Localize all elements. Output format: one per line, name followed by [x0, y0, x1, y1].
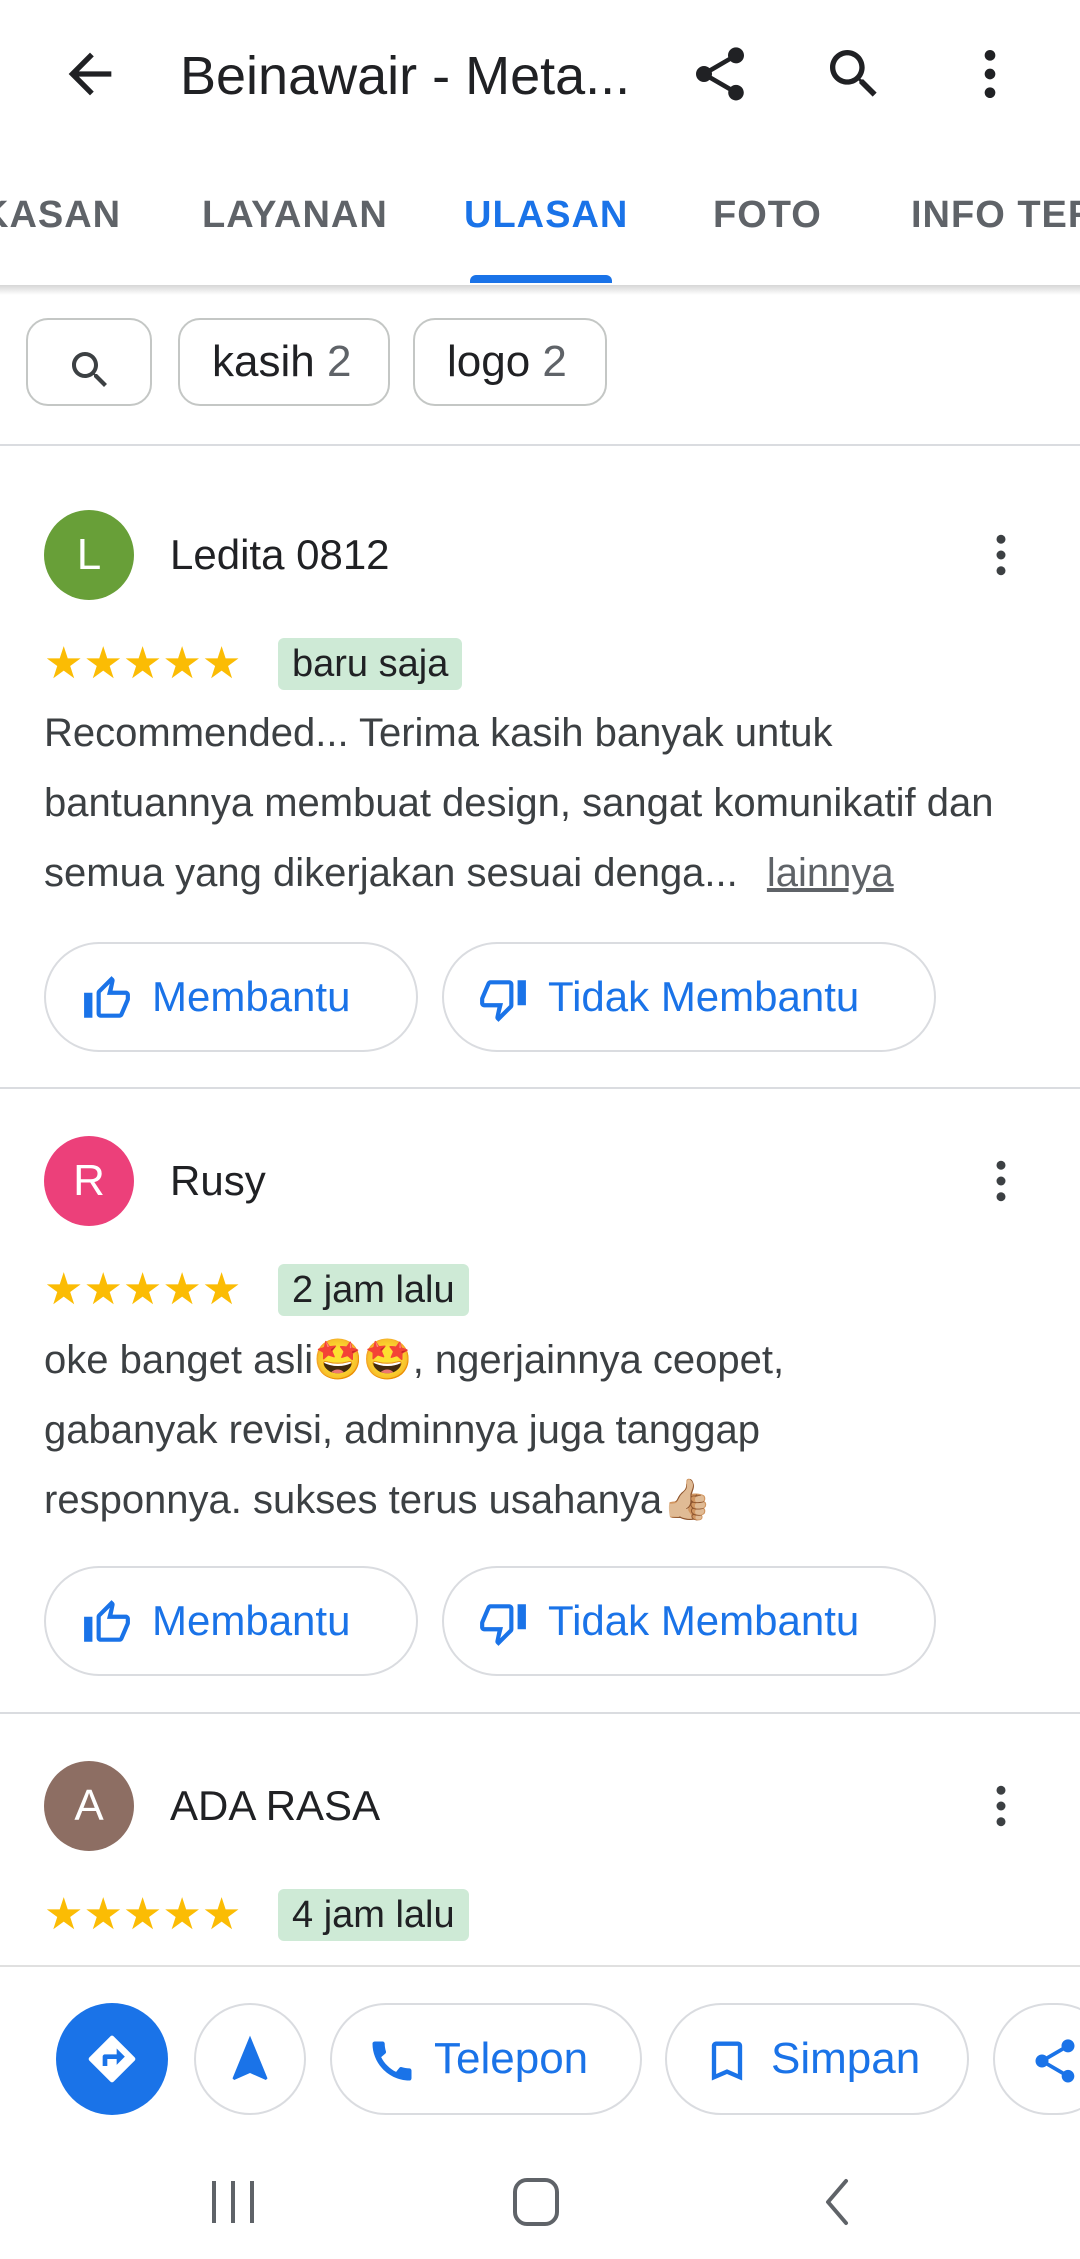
helpful-button[interactable]: Membantu — [44, 942, 418, 1052]
star-icon: ★ — [44, 1265, 84, 1314]
not-helpful-label: Tidak Membantu — [548, 973, 860, 1020]
star-icon: ★ — [83, 1265, 123, 1314]
tab-bar: RINGKASAN LAYANAN ULASAN FOTO INFO TERKA… — [0, 150, 1080, 285]
place-reviews-screen: Beinawair - Meta... RINGKASAN LAYANAN UL… — [0, 0, 1080, 2259]
not-helpful-button[interactable]: Tidak Membantu — [442, 1566, 936, 1676]
review-time-badge: 2 jam lalu — [278, 1264, 469, 1316]
system-nav-bar — [0, 2145, 1080, 2259]
navigation-arrow-icon — [232, 2035, 268, 2080]
helpful-label: Membantu — [152, 1597, 351, 1644]
avatar[interactable]: R — [44, 1136, 134, 1226]
search-reviews-chip[interactable] — [26, 318, 152, 406]
search-icon[interactable] — [822, 42, 886, 106]
star-icon: ★ — [201, 1265, 242, 1314]
thumb-down-icon — [480, 1604, 526, 1646]
review-text: oke banget asli🤩🤩, ngerjainnya ceopet, g… — [44, 1325, 944, 1535]
more-vert-icon[interactable] — [974, 1779, 1028, 1833]
call-button[interactable]: Telepon — [330, 2003, 642, 2115]
review-filter-chips: kasih 2 logo 2 — [0, 300, 1080, 446]
not-helpful-button[interactable]: Tidak Membantu — [442, 942, 936, 1052]
review-text: Recommended... Terima kasih banyak untuk… — [44, 698, 1044, 908]
more-vert-icon[interactable] — [958, 42, 1022, 106]
star-rating: ★★★★★ — [44, 1268, 241, 1312]
thumb-up-icon — [84, 976, 130, 1018]
chip-count: 2 — [326, 337, 352, 386]
active-tab-indicator — [470, 275, 612, 283]
star-icon: ★ — [162, 1890, 202, 1939]
avatar[interactable]: A — [44, 1761, 134, 1851]
arrow-back-icon[interactable] — [58, 42, 122, 106]
star-icon: ★ — [122, 1890, 163, 1939]
star-rating: ★★★★★ — [44, 1893, 241, 1937]
directions-button[interactable] — [56, 2003, 168, 2115]
page-title: Beinawair - Meta... — [180, 46, 631, 106]
tab-layanan[interactable]: LAYANAN — [202, 190, 388, 240]
chip-logo[interactable]: logo 2 — [413, 318, 607, 406]
reviewer-name[interactable]: ADA RASA — [170, 1776, 380, 1836]
chip-label: kasih — [212, 337, 315, 386]
helpful-button[interactable]: Membantu — [44, 1566, 418, 1676]
top-app-bar: Beinawair - Meta... — [0, 0, 1080, 150]
back-icon[interactable] — [808, 2175, 868, 2229]
star-icon: ★ — [122, 639, 163, 688]
star-icon: ★ — [83, 1890, 123, 1939]
reviewer-name[interactable]: Ledita 0812 — [170, 525, 390, 585]
recent-apps-icon[interactable] — [200, 2175, 266, 2229]
star-rating: ★★★★★ — [44, 642, 241, 686]
share-icon — [1035, 2039, 1075, 2083]
tab-bar-shadow — [0, 285, 1080, 295]
tab-info-terkait[interactable]: INFO TERKAIT — [911, 190, 1080, 240]
star-icon: ★ — [162, 1265, 202, 1314]
search-icon — [66, 338, 114, 387]
read-more-link[interactable]: lainnya — [767, 851, 894, 895]
avatar[interactable]: L — [44, 510, 134, 600]
not-helpful-label: Tidak Membantu — [548, 1597, 860, 1644]
save-label: Simpan — [771, 2034, 921, 2083]
more-vert-icon[interactable] — [974, 1154, 1028, 1208]
helpful-label: Membantu — [152, 973, 351, 1020]
thumb-up-icon — [84, 1600, 130, 1642]
share-icon[interactable] — [688, 42, 752, 106]
review-body: oke banget asli🤩🤩, ngerjainnya ceopet, g… — [44, 1338, 785, 1522]
home-icon[interactable] — [508, 2171, 564, 2233]
call-label: Telepon — [434, 2034, 589, 2083]
bookmark-icon — [711, 2041, 743, 2081]
star-icon: ★ — [201, 1890, 242, 1939]
save-button[interactable]: Simpan — [665, 2003, 969, 2115]
star-icon: ★ — [83, 639, 123, 688]
more-vert-icon[interactable] — [974, 528, 1028, 582]
directions-icon — [88, 2035, 136, 2083]
star-icon: ★ — [162, 639, 202, 688]
review-card: R Rusy ★★★★★ 2 jam lalu oke banget asli🤩… — [0, 1089, 1080, 1714]
star-icon: ★ — [201, 639, 242, 688]
tab-foto[interactable]: FOTO — [713, 190, 822, 240]
share-button[interactable] — [993, 2003, 1080, 2115]
star-icon: ★ — [44, 639, 84, 688]
thumb-down-icon — [480, 980, 526, 1022]
review-card: A ADA RASA ★★★★★ 4 jam lalu — [0, 1714, 1080, 1965]
review-time-badge: baru saja — [278, 638, 463, 690]
phone-icon — [372, 2041, 412, 2081]
star-icon: ★ — [122, 1265, 163, 1314]
reviewer-name[interactable]: Rusy — [170, 1151, 266, 1211]
review-time-badge: 4 jam lalu — [278, 1889, 469, 1941]
chip-label: logo — [447, 337, 531, 386]
tab-ulasan[interactable]: ULASAN — [464, 190, 628, 240]
star-icon: ★ — [44, 1890, 84, 1939]
tab-ringkasan[interactable]: RINGKASAN — [0, 190, 121, 240]
start-navigation-button[interactable] — [194, 2003, 306, 2115]
place-action-bar: Telepon Simpan — [0, 1965, 1080, 2145]
chip-count: 2 — [542, 337, 567, 386]
chip-kasih[interactable]: kasih 2 — [178, 318, 390, 406]
review-card: L Ledita 0812 ★★★★★ baru saja Recommende… — [0, 446, 1080, 1088]
